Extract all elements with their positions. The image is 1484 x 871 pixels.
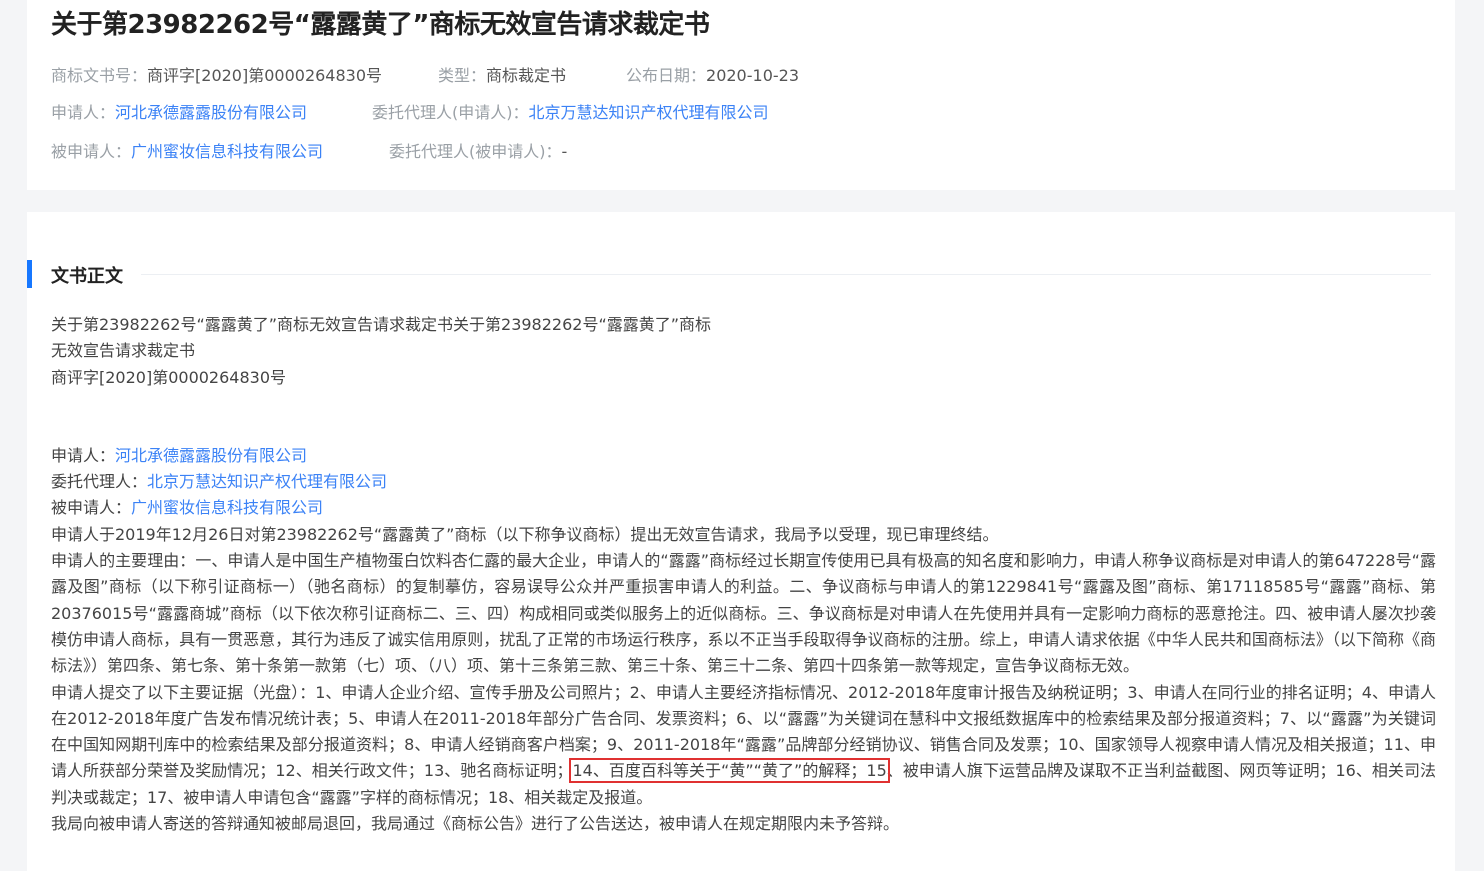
paragraph-evidence: 申请人提交了以下主要证据（光盘）：1、申请人企业介绍、宣传手册及公司照片；2、申… [51,682,1436,807]
respondent-link[interactable]: 广州蜜妆信息科技有限公司 [131,142,323,161]
section-divider [141,274,1431,275]
body-respondent-link[interactable]: 广州蜜妆信息科技有限公司 [131,498,323,517]
body-respondent: 被申请人：广州蜜妆信息科技有限公司 [51,498,324,518]
doc-number-line: 商评字[2020]第0000264830号 [51,367,287,387]
doc-number: 商标文书号：商评字[2020]第0000264830号 [51,66,383,85]
paragraph-notice: 我局向被申请人寄送的答辩通知被邮局退回，我局通过《商标公告》进行了公告送达，被申… [51,814,900,834]
body-agent: 委托代理人：北京万慧达知识产权代理有限公司 [51,472,388,492]
applicant-field: 申请人：河北承德露露股份有限公司 [51,103,308,122]
highlighted-evidence: 14、百度百科等关于“黄”“黄了”的解释；15 [569,758,890,784]
body-applicant: 申请人：河北承德露露股份有限公司 [51,445,308,465]
paragraph-reasons: 申请人的主要理由：一、申请人是中国生产植物蛋白饮料杏仁露的最大企业，申请人的“露… [51,551,1436,676]
doc-heading-line: 关于第23982262号“露露黄了”商标无效宣告请求裁定书关于第23982262… [51,315,712,334]
publish-date: 公布日期：2020-10-23 [626,66,799,85]
section-header: 文书正文 [27,260,1431,288]
document-body-card: 文书正文 关于第23982262号“露露黄了”商标无效宣告请求裁定书关于第239… [27,212,1455,871]
paragraph-acceptance: 申请人于2019年12月26日对第23982262号“露露黄了”商标（以下称争议… [51,524,999,544]
respondent-field: 被申请人：广州蜜妆信息科技有限公司 [51,142,324,161]
respondent-agent-field: 委托代理人(被申请人)：- [389,142,568,161]
applicant-agent-field: 委托代理人(申请人)：北京万慧达知识产权代理有限公司 [372,103,769,122]
section-accent-bar [27,260,32,288]
document-text: 关于第23982262号“露露黄了”商标无效宣告请求裁定书关于第23982262… [51,312,1436,837]
applicant-agent-link[interactable]: 北京万慧达知识产权代理有限公司 [529,103,769,122]
page-title: 关于第23982262号“露露黄了”商标无效宣告请求裁定书 [51,10,710,40]
doc-heading-line: 无效宣告请求裁定书 [51,341,196,361]
doc-type: 类型：商标裁定书 [438,66,567,85]
body-agent-link[interactable]: 北京万慧达知识产权代理有限公司 [147,472,387,491]
applicant-link[interactable]: 河北承德露露股份有限公司 [115,103,307,122]
section-title: 文书正文 [51,266,123,287]
document-info-card: 关于第23982262号“露露黄了”商标无效宣告请求裁定书 商标文书号：商评字[… [27,0,1455,190]
body-applicant-link[interactable]: 河北承德露露股份有限公司 [115,446,307,465]
